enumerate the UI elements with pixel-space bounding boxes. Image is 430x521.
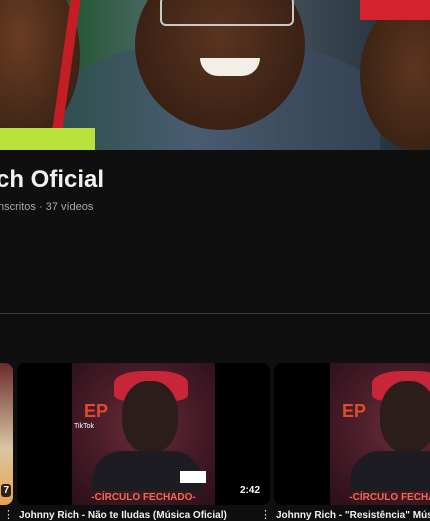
channel-name: ch Oficial xyxy=(0,166,105,193)
duration-badge: 7 xyxy=(1,484,11,497)
album-cover: EP TikTok -CÍRCULO FECHADO- xyxy=(72,363,215,505)
banner-glasses xyxy=(160,0,294,26)
cover-face xyxy=(122,381,178,453)
more-options-icon[interactable]: ⋮ xyxy=(3,508,14,521)
cover-body xyxy=(350,451,430,491)
tiktok-watermark: TikTok xyxy=(74,423,94,430)
channel-meta: nscritos · 37 vídeos xyxy=(0,201,94,213)
cover-ep-label: EP xyxy=(84,401,109,421)
banner-smile xyxy=(200,58,260,76)
banner-green-shirt xyxy=(0,128,95,150)
more-options-icon[interactable]: ⋮ xyxy=(260,508,271,521)
duration-badge: 2:42 xyxy=(235,484,264,497)
album-cover: EP -CÍRCULO FECHADO- xyxy=(330,363,430,505)
video-thumbnail-0[interactable]: 7 xyxy=(0,363,13,505)
banner-red-cap xyxy=(360,0,430,20)
cover-title: -CÍRCULO FECHADO- xyxy=(349,492,430,503)
channel-banner xyxy=(0,0,430,150)
video-thumbnail-2[interactable]: EP -CÍRCULO FECHADO- xyxy=(274,363,430,505)
cover-ep-label: EP xyxy=(342,401,367,421)
tabs-divider xyxy=(0,313,430,314)
video-thumbnail-1[interactable]: EP TikTok -CÍRCULO FECHADO- 2:42 xyxy=(17,363,270,505)
parental-advisory-icon xyxy=(180,471,206,483)
cover-title: -CÍRCULO FECHADO- xyxy=(91,492,196,503)
cover-face xyxy=(380,381,430,453)
